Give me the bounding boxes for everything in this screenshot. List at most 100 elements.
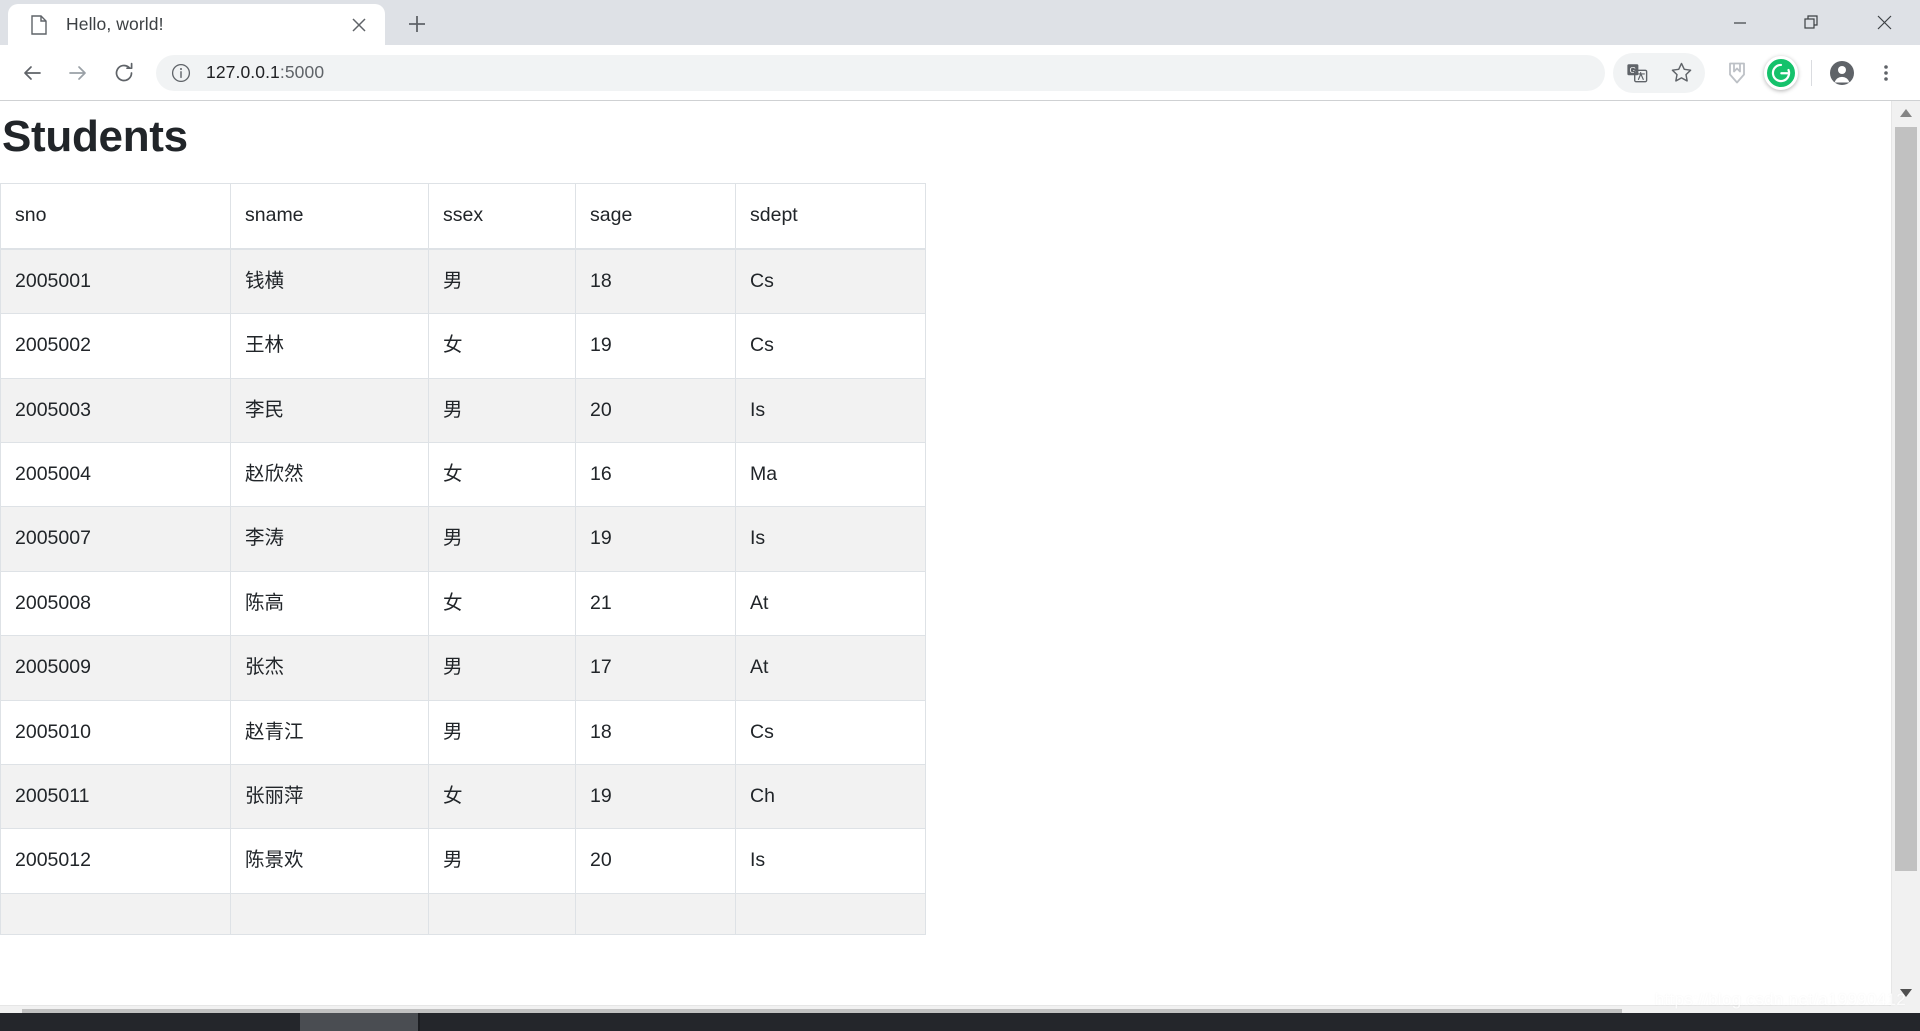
cell-ssex: 男 [428, 635, 576, 701]
star-icon [1670, 61, 1693, 84]
cell-sdept: At [735, 635, 926, 701]
cell-sname [230, 892, 429, 935]
profile-button[interactable] [1822, 53, 1862, 93]
cell-sdept: Is [735, 506, 926, 572]
page-content: Students sno sname ssex sage sdept 2005001 钱横… [0, 101, 1891, 1005]
cell-sage [575, 892, 736, 935]
cell-ssex: 女 [428, 313, 576, 379]
cell-sage: 21 [575, 570, 736, 637]
window-controls [1704, 0, 1920, 45]
minimize-icon [1733, 16, 1747, 30]
cell-sdept: Ch [735, 763, 926, 830]
cell-sdept: Ma [735, 441, 926, 508]
table-row: 2005010 赵青江男 18 Cs [0, 699, 926, 765]
restore-button[interactable] [1776, 0, 1848, 45]
cell-sname: 王林 [230, 313, 429, 379]
page-title: Students [2, 112, 188, 161]
cell-ssex: 男 [428, 506, 576, 572]
cell-ssex: 男 [428, 377, 576, 443]
shield-extension-icon [1725, 61, 1749, 85]
document-icon [30, 14, 48, 35]
cell-ssex: 女 [428, 570, 576, 637]
cell-sno: 2005012 [0, 828, 231, 894]
back-button[interactable] [12, 53, 52, 93]
cell-sdept: Cs [735, 248, 926, 315]
translate-button[interactable]: G [1617, 53, 1657, 93]
reload-button[interactable] [104, 53, 144, 93]
table-row: 2005001 钱横男 18 Cs [0, 248, 926, 315]
cell-sage: 17 [575, 635, 736, 701]
omnibox-action-pill: G [1613, 52, 1705, 93]
column-header-sage: sage [575, 183, 736, 250]
url-host: 127.0.0.1 [206, 62, 280, 82]
info-circle-icon[interactable] [170, 62, 192, 84]
address-bar[interactable]: 127.0.0.1:5000 [156, 54, 1605, 91]
cell-sdept [735, 892, 926, 935]
cell-sdept: Is [735, 828, 926, 894]
cell-sname: 陈高 [230, 570, 429, 637]
cell-sdept: Cs [735, 699, 926, 765]
address-bar-text: 127.0.0.1:5000 [206, 62, 324, 83]
cell-ssex: 女 [428, 441, 576, 508]
cell-ssex: 男 [428, 699, 576, 765]
window-close-button[interactable] [1848, 0, 1920, 45]
cell-sdept: At [735, 570, 926, 637]
three-dot-menu-icon [1876, 63, 1896, 83]
vertical-scrollbar-thumb[interactable] [1895, 127, 1917, 871]
table-row: 2005007 李涛男 19 Is [0, 506, 926, 572]
cell-sage: 18 [575, 699, 736, 765]
restore-icon [1804, 14, 1820, 31]
grammarly-button[interactable] [1761, 53, 1801, 93]
cell-sno: 2005002 [0, 313, 231, 379]
cell-sname: 陈景欢 [230, 828, 429, 894]
scroll-down-arrow-icon[interactable] [1892, 981, 1920, 1005]
table-row: 2005002 王林女 19 Cs [0, 313, 926, 379]
grammarly-icon [1764, 55, 1798, 90]
cell-sage: 18 [575, 248, 736, 315]
page-viewport: Students sno sname ssex sage sdept 2005001 钱横… [0, 101, 1920, 1031]
reload-icon [113, 62, 135, 84]
cell-sname: 赵青江 [230, 699, 429, 765]
extension-button[interactable] [1717, 53, 1757, 93]
forward-arrow-icon [67, 62, 89, 84]
close-icon[interactable] [345, 11, 373, 39]
table-header-row: sno sname ssex sage sdept [0, 183, 926, 250]
cell-ssex [428, 892, 576, 935]
table-row: 2005004 赵欣然女 16 Ma [0, 441, 926, 508]
cell-sname: 赵欣然 [230, 441, 429, 508]
browser-menu-button[interactable] [1866, 53, 1906, 93]
cell-sage: 16 [575, 441, 736, 508]
cell-sno: 2005007 [0, 506, 231, 572]
cell-ssex: 女 [428, 763, 576, 830]
students-table: sno sname ssex sage sdept 2005001 钱横男 18 Cs 2005… [0, 183, 926, 935]
cell-sno [0, 892, 231, 935]
profile-avatar-icon [1829, 60, 1855, 86]
cell-ssex: 男 [428, 828, 576, 894]
table-row: 2005008 陈高女 21 At [0, 570, 926, 637]
cell-sno: 2005009 [0, 635, 231, 701]
forward-button[interactable] [58, 53, 98, 93]
bookmark-button[interactable] [1661, 53, 1701, 93]
cell-sno: 2005003 [0, 377, 231, 443]
scroll-up-arrow-icon[interactable] [1892, 101, 1920, 125]
tab-title: Hello, world! [66, 14, 164, 34]
table-row: 2005011 张丽萍女 19 Ch [0, 763, 926, 830]
minimize-button[interactable] [1704, 0, 1776, 45]
cell-sage: 19 [575, 763, 736, 830]
window-close-icon [1877, 15, 1892, 30]
column-header-ssex: ssex [428, 183, 576, 250]
column-header-sno: sno [0, 183, 231, 250]
plus-icon [408, 15, 426, 33]
cell-sname: 张杰 [230, 635, 429, 701]
vertical-scrollbar[interactable] [1891, 101, 1920, 1005]
cell-sname: 李民 [230, 377, 429, 443]
cell-sage: 20 [575, 828, 736, 894]
new-tab-button[interactable] [399, 6, 435, 42]
url-port: :5000 [279, 62, 325, 82]
toolbar-divider [1811, 59, 1812, 86]
taskbar-active-item[interactable] [300, 1013, 420, 1031]
cell-sname: 钱横 [230, 248, 429, 315]
browser-tab[interactable]: Hello, world! [8, 4, 385, 45]
table-row: 2005012 陈景欢男 20 Is [0, 828, 926, 894]
toolbar-actions: G [1613, 52, 1908, 93]
